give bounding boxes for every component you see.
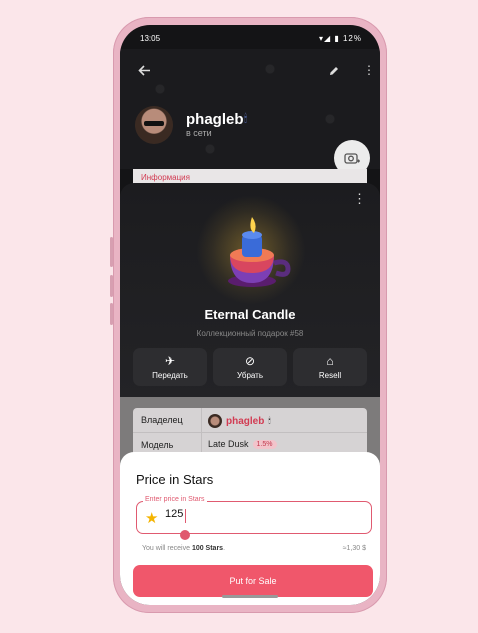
phone-side-button — [110, 275, 113, 297]
signal-wifi-icon: ▾◢ ▮ — [318, 34, 340, 43]
receive-prefix: You will receive — [142, 545, 192, 552]
candle-status-icon: 🕯 — [244, 113, 248, 125]
price-slider-handle[interactable] — [180, 530, 190, 540]
back-icon[interactable] — [138, 64, 151, 80]
profile-name: phagleb — [186, 111, 244, 128]
profile-status: в сети — [186, 128, 212, 138]
price-dialog: Price in Stars Enter price in Stars ★ Yo… — [120, 452, 380, 605]
transfer-icon: ✈ — [164, 354, 176, 368]
phone-side-button — [110, 303, 113, 325]
model-name: Late Dusk — [208, 439, 249, 449]
avatar[interactable] — [135, 106, 173, 144]
more-vertical-icon[interactable]: ⋮ — [353, 191, 366, 207]
sunglasses-graphic — [144, 121, 164, 126]
status-icons: ▾◢ ▮ 12% — [319, 34, 362, 43]
phone-frame: 13:05 ▾◢ ▮ 12% ⋮ phagleb 🕯 в сети Информ… — [110, 17, 387, 613]
owner-avatar — [208, 414, 222, 428]
model-key: Модель — [141, 440, 174, 450]
more-vertical-icon[interactable]: ⋮ — [363, 63, 375, 77]
pencil-icon[interactable] — [328, 64, 340, 80]
receive-note: You will receive 100 Stars. — [142, 545, 225, 552]
candle-status-icon: 🕯 — [268, 416, 271, 425]
price-field[interactable]: Enter price in Stars ★ — [136, 496, 372, 534]
owner-value[interactable]: phagleb 🕯 — [208, 414, 271, 428]
star-icon: ★ — [145, 510, 159, 527]
candle-illustration — [228, 217, 291, 287]
owner-name[interactable]: phagleb — [226, 416, 264, 427]
details-table: Владелец phagleb 🕯 Модель Late Dusk 1.5% — [133, 408, 367, 458]
model-value: Late Dusk 1.5% — [208, 439, 277, 449]
receive-amount: 100 Stars — [191, 545, 224, 552]
receive-suffix: . — [223, 545, 226, 552]
resell-button[interactable]: ⌂ Resell — [293, 348, 367, 386]
price-field-label: Enter price in Stars — [143, 496, 207, 503]
gift-sheet: ⋮ Eternal Candle Коллекционный подарок #… — [120, 183, 380, 397]
price-input[interactable] — [165, 508, 345, 520]
owner-key: Владелец — [141, 415, 183, 425]
hide-label: Убрать — [236, 371, 264, 380]
phone-screen: 13:05 ▾◢ ▮ 12% ⋮ phagleb 🕯 в сети Информ… — [120, 25, 380, 605]
status-time: 13:05 — [140, 34, 161, 43]
hide-icon: ⊘ — [244, 354, 256, 368]
gift-subtitle: Коллекционный подарок #58 — [196, 329, 304, 338]
dialog-title: Price in Stars — [136, 472, 214, 487]
transfer-button[interactable]: ✈ Передать — [133, 348, 207, 386]
text-caret — [185, 509, 186, 523]
gesture-bar — [222, 595, 278, 598]
battery-level: 12% — [342, 34, 362, 43]
tag-icon: ⌂ — [326, 354, 334, 368]
rarity-badge: 1.5% — [252, 439, 277, 449]
transfer-label: Передать — [152, 371, 188, 380]
resell-label: Resell — [318, 371, 342, 380]
put-for-sale-button[interactable]: Put for Sale — [133, 565, 373, 597]
table-row: Владелец phagleb 🕯 — [133, 408, 367, 433]
usd-equivalent: ≈1,30 $ — [342, 545, 366, 552]
hide-button[interactable]: ⊘ Убрать — [213, 348, 287, 386]
gift-name: Eternal Candle — [204, 307, 296, 322]
status-bar: 13:05 ▾◢ ▮ 12% — [120, 25, 380, 49]
phone-side-button — [110, 237, 113, 267]
